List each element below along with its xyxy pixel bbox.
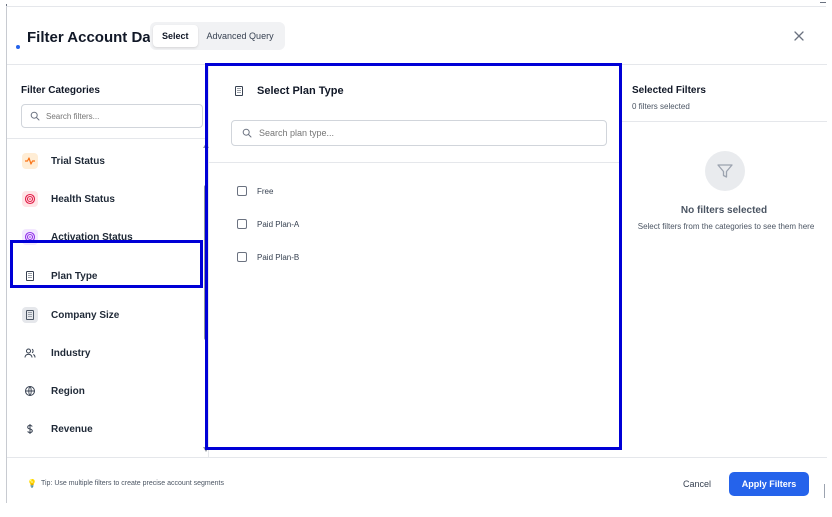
close-icon[interactable] <box>792 29 806 43</box>
target-icon <box>22 191 38 207</box>
category-label: Industry <box>51 347 91 359</box>
selected-filters-title: Selected Filters <box>632 85 706 96</box>
focus-dot <box>16 45 20 49</box>
filter-search[interactable] <box>21 104 203 128</box>
search-icon <box>30 111 40 121</box>
category-trial-status[interactable]: Trial Status <box>19 143 207 179</box>
selected-filters-count: 0 filters selected <box>632 102 690 111</box>
funnel-icon <box>705 151 745 191</box>
lightbulb-icon: 💡 <box>27 479 37 488</box>
category-company-size[interactable]: Company Size <box>19 297 207 333</box>
filter-categories-title: Filter Categories <box>21 85 100 96</box>
selected-filters-panel: Selected Filters 0 filters selected No f… <box>621 65 827 457</box>
edge-mark <box>824 484 825 498</box>
users-icon <box>22 345 38 361</box>
empty-state-title: No filters selected <box>680 205 768 216</box>
modal-header: Filter Account Data Select Advanced Quer… <box>7 7 827 65</box>
filter-search-input[interactable] <box>46 111 186 121</box>
category-label: Company Size <box>51 309 120 321</box>
category-label: Health Status <box>51 193 115 205</box>
highlight-box-plan-panel <box>205 63 622 450</box>
category-industry[interactable]: Industry <box>19 335 207 371</box>
tip-text: Tip: Use multiple filters to create prec… <box>40 480 224 487</box>
empty-state-description: Select filters from the categories to se… <box>637 222 815 231</box>
activity-icon <box>22 153 38 169</box>
category-label: Region <box>51 385 85 397</box>
category-revenue[interactable]: Revenue <box>19 411 207 447</box>
modal-footer: 💡 Tip: Use multiple filters to create pr… <box>7 457 827 504</box>
highlight-box-plan-type <box>10 240 203 288</box>
category-health-status[interactable]: Health Status <box>19 181 207 217</box>
globe-icon <box>22 383 38 399</box>
dollar-icon <box>22 421 38 437</box>
category-label: Trial Status <box>51 155 105 167</box>
divider <box>7 138 209 139</box>
building-icon <box>22 307 38 323</box>
window-corner-mark-right <box>820 2 826 3</box>
category-label: Revenue <box>51 423 93 435</box>
cancel-button[interactable]: Cancel <box>675 472 719 496</box>
tab-select[interactable]: Select <box>153 25 198 47</box>
modal-title: Filter Account Data <box>27 29 164 46</box>
divider <box>621 121 827 122</box>
tip-text-row: 💡 Tip: Use multiple filters to create pr… <box>27 479 224 488</box>
tab-advanced-query[interactable]: Advanced Query <box>198 25 283 47</box>
apply-filters-button[interactable]: Apply Filters <box>729 472 809 496</box>
category-region[interactable]: Region <box>19 373 207 409</box>
mode-tabs: Select Advanced Query <box>150 22 285 50</box>
